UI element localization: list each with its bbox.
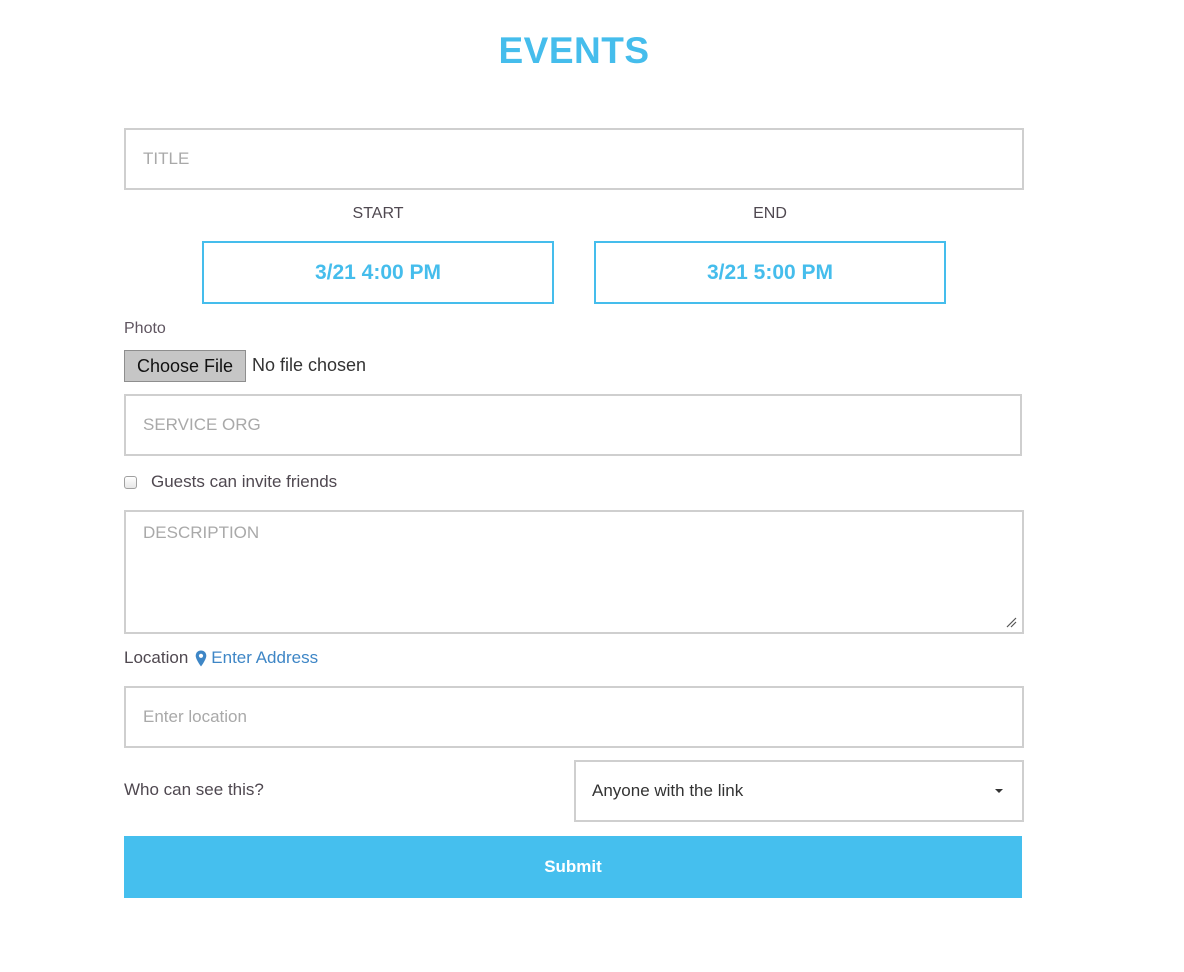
resize-grip-icon[interactable]: [1005, 616, 1017, 628]
visibility-label: Who can see this?: [124, 780, 264, 799]
end-time-value: 3/21 5:00 PM: [706, 260, 834, 284]
end-label: END: [753, 205, 787, 222]
service-org-placeholder: SERVICE ORG: [143, 415, 261, 434]
title-placeholder: TITLE: [143, 149, 190, 168]
location-placeholder: Enter location: [143, 707, 247, 726]
description-placeholder: DESCRIPTION: [143, 523, 260, 542]
end-time-picker[interactable]: 3/21 5:00 PM: [594, 241, 946, 304]
start-label: START: [352, 205, 404, 222]
photo-label: Photo: [124, 320, 166, 337]
map-pin-icon[interactable]: [195, 650, 207, 667]
location-input[interactable]: Enter location: [124, 686, 1024, 748]
guests-invite-checkbox[interactable]: [124, 476, 137, 489]
submit-button[interactable]: Submit: [124, 836, 1022, 898]
file-status: No file chosen: [252, 355, 367, 375]
description-textarea[interactable]: DESCRIPTION: [124, 510, 1024, 634]
visibility-selected-value: Anyone with the link: [592, 781, 744, 800]
chevron-down-icon: [995, 789, 1003, 793]
title-input[interactable]: TITLE: [124, 128, 1024, 190]
enter-address-link[interactable]: Enter Address: [211, 648, 318, 668]
page-title: EVENTS: [498, 30, 650, 71]
start-time-value: 3/21 4:00 PM: [314, 260, 442, 284]
location-row: Location Enter Address: [124, 648, 318, 668]
service-org-input[interactable]: SERVICE ORG: [124, 394, 1022, 456]
guests-invite-label: Guests can invite friends: [151, 472, 338, 491]
visibility-select[interactable]: Anyone with the link: [574, 760, 1024, 822]
choose-file-button[interactable]: Choose File: [124, 350, 246, 382]
start-time-picker[interactable]: 3/21 4:00 PM: [202, 241, 554, 304]
location-label: Location: [124, 648, 189, 667]
